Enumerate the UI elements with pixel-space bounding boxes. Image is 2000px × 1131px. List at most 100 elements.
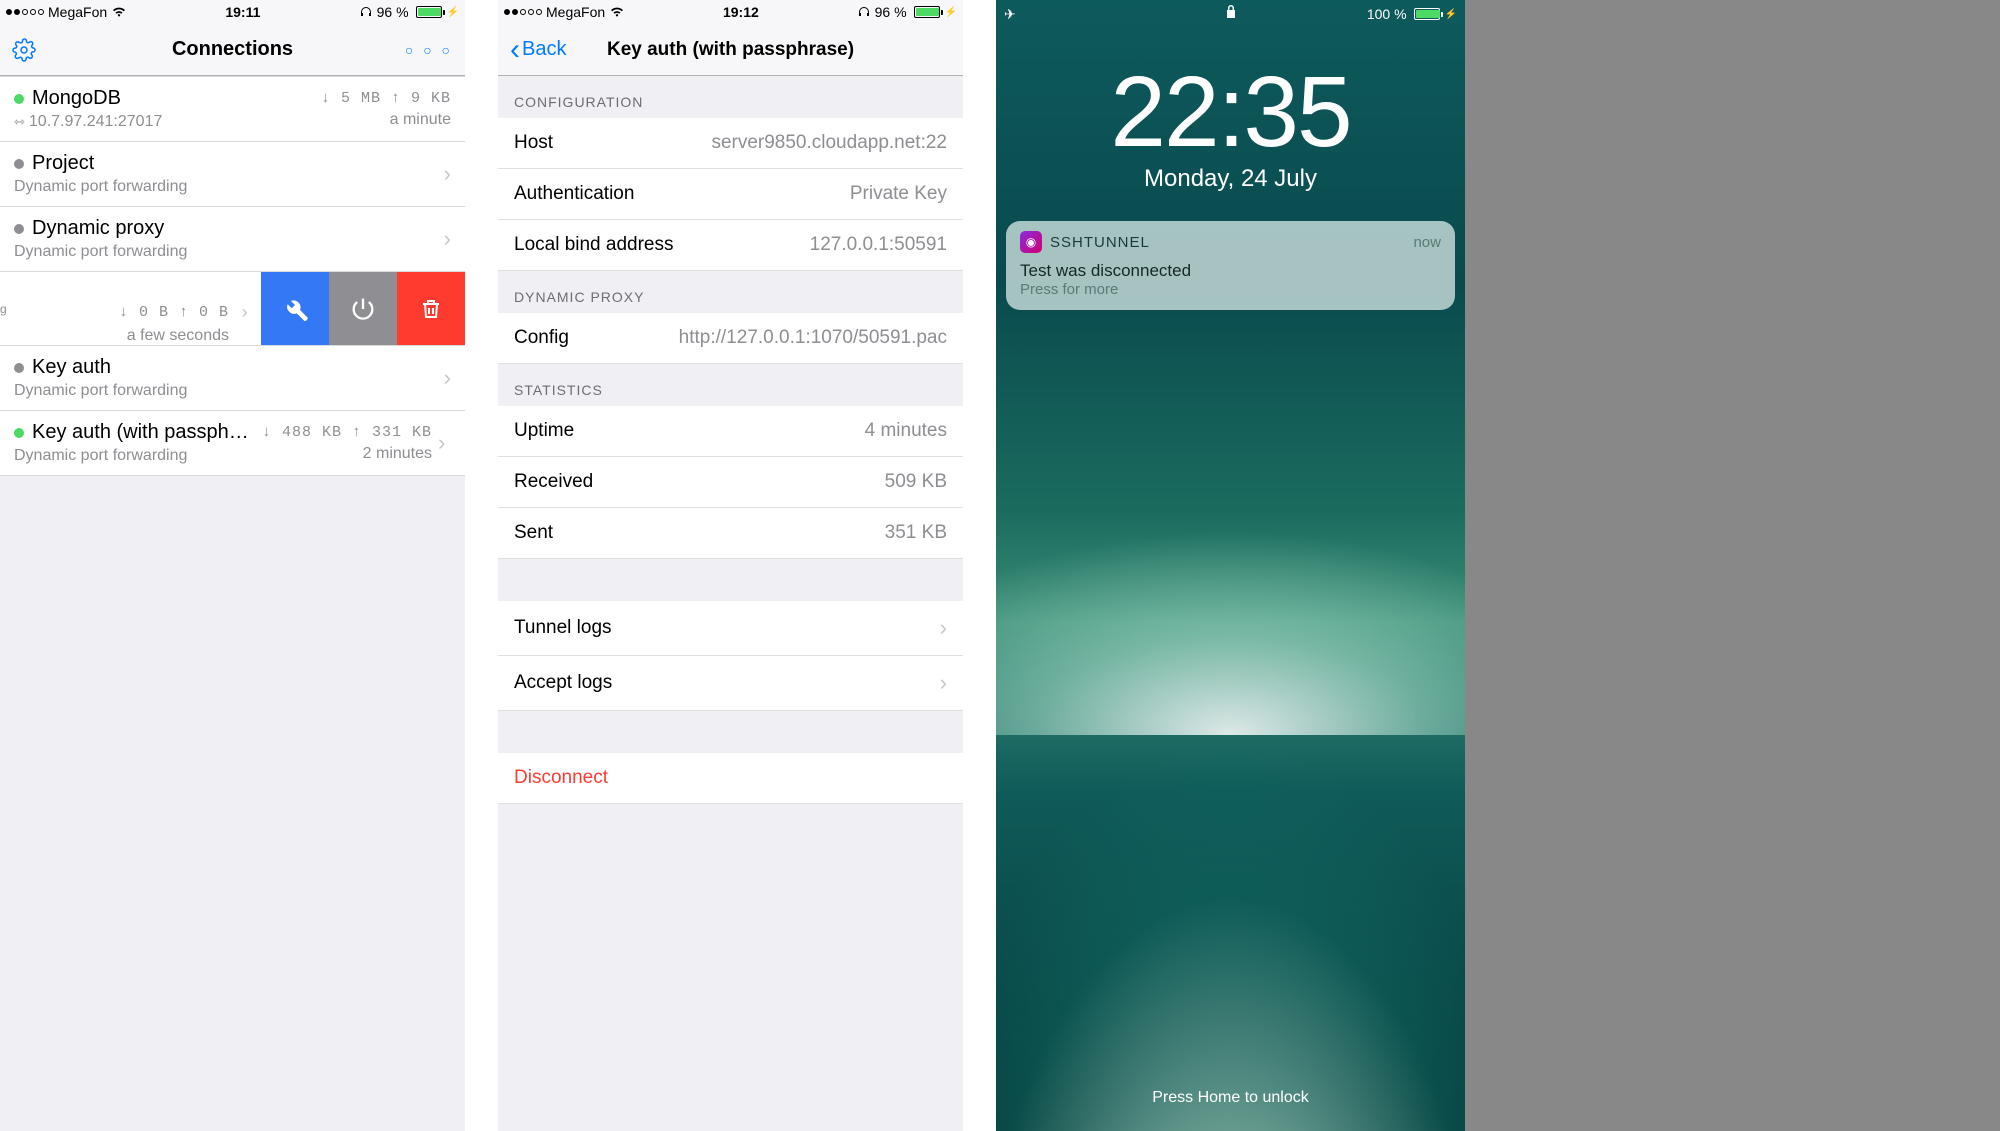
proxy-config-row[interactable]: Config http://127.0.0.1:1070/50591.pac xyxy=(498,313,963,364)
stats-received-row: Received 509 KB xyxy=(498,457,963,508)
traffic-label: ↓ 488 KB ↑ 331 KB xyxy=(262,424,432,441)
tunnel-logs-row[interactable]: Tunnel logs › xyxy=(498,601,963,656)
chevron-left-icon: ‹ xyxy=(510,35,520,65)
disconnect-label: Disconnect xyxy=(514,767,608,789)
signal-icon xyxy=(504,9,542,15)
section-header-configuration: CONFIGURATION xyxy=(498,76,963,118)
back-label: Back xyxy=(522,38,566,61)
row-value: 509 KB xyxy=(885,471,947,493)
row-value: Private Key xyxy=(850,183,947,205)
status-time: 19:12 xyxy=(723,4,759,20)
connection-sub: 10.7.97.241:27017 xyxy=(29,113,162,131)
status-dot-icon xyxy=(14,159,24,169)
row-value: 127.0.0.1:50591 xyxy=(810,234,947,256)
battery-icon: ⚡ xyxy=(1411,8,1457,20)
connection-row[interactable]: Dynamic proxy Dynamic port forwarding › xyxy=(0,207,465,272)
wifi-icon xyxy=(111,6,127,18)
accept-logs-row[interactable]: Accept logs › xyxy=(498,656,963,711)
headphones-icon xyxy=(857,6,871,18)
chevron-right-icon: › xyxy=(940,670,947,696)
chevron-right-icon: › xyxy=(444,365,451,391)
stats-sent-row: Sent 351 KB xyxy=(498,508,963,559)
row-label: Sent xyxy=(514,522,553,544)
row-value: 351 KB xyxy=(885,522,947,544)
config-host-row[interactable]: Host server9850.cloudapp.net:22 xyxy=(498,118,963,169)
chevron-right-icon: › xyxy=(940,615,947,641)
chevron-right-icon: › xyxy=(444,226,451,252)
status-dot-icon xyxy=(14,363,24,373)
connection-title: Project xyxy=(32,152,94,175)
row-label: Received xyxy=(514,471,593,493)
battery-pct: 100 % xyxy=(1367,6,1407,22)
battery-pct: 96 % xyxy=(875,4,907,20)
signal-icon xyxy=(6,9,44,15)
status-dot-icon xyxy=(14,94,24,104)
traffic-label: ↓ 5 MB ↑ 9 KB xyxy=(321,90,451,107)
row-label: Host xyxy=(514,132,553,154)
connection-title: Dynamic proxy xyxy=(32,217,164,240)
nav-bar: Connections ○ ○ ○ xyxy=(0,24,465,76)
connection-title: MongoDB xyxy=(32,87,121,110)
edit-action-button[interactable] xyxy=(261,272,329,345)
lock-screen: ✈ 100 % ⚡ 22:35 Monday, 24 July ◉ SSHT xyxy=(996,0,1465,1131)
connection-title: Key auth xyxy=(32,356,111,379)
status-bar: MegaFon 19:11 96 % ⚡ xyxy=(0,0,465,24)
connection-row-swiped[interactable]: g ↓ 0 B ↑ 0 B › a few seconds xyxy=(0,272,465,346)
airplane-icon: ✈ xyxy=(1004,6,1016,23)
notification-time: now xyxy=(1413,234,1441,251)
connection-sub: Dynamic port forwarding xyxy=(14,382,187,400)
wifi-icon xyxy=(609,6,625,18)
traffic-label: ↓ 0 B ↑ 0 B xyxy=(119,304,229,321)
notification-card[interactable]: ◉ SSHTUNNEL now Test was disconnected Pr… xyxy=(1006,221,1455,310)
stats-uptime-row: Uptime 4 minutes xyxy=(498,406,963,457)
row-value: http://127.0.0.1:1070/50591.pac xyxy=(679,327,947,349)
connection-row[interactable]: Project Dynamic port forwarding › xyxy=(0,142,465,207)
chevron-right-icon: › xyxy=(239,304,251,324)
more-icon[interactable]: ○ ○ ○ xyxy=(405,42,453,58)
row-value: server9850.cloudapp.net:22 xyxy=(711,132,947,154)
resize-icon: ⇿ xyxy=(14,114,25,130)
connection-row[interactable]: Key auth Dynamic port forwarding › xyxy=(0,346,465,411)
connection-row[interactable]: Key auth (with passphrase) Dynamic port … xyxy=(0,411,465,476)
row-label: Tunnel logs xyxy=(514,617,612,639)
row-value: 4 minutes xyxy=(865,420,947,442)
notification-title: Test was disconnected xyxy=(1020,261,1441,281)
headphones-icon xyxy=(359,6,373,18)
row-label: Config xyxy=(514,327,569,349)
app-icon: ◉ xyxy=(1020,231,1042,253)
lock-date: Monday, 24 July xyxy=(996,165,1465,193)
detail-screen: MegaFon 19:12 96 % ⚡ ‹ Back Key auth (wi… xyxy=(498,0,963,1131)
detail-list[interactable]: CONFIGURATION Host server9850.cloudapp.n… xyxy=(498,76,963,1131)
lock-icon xyxy=(1225,4,1237,19)
carrier-label: MegaFon xyxy=(48,4,107,20)
time-label: a minute xyxy=(321,111,451,129)
chevron-right-icon: › xyxy=(438,430,445,456)
notification-subtitle: Press for more xyxy=(1020,281,1441,298)
config-auth-row[interactable]: Authentication Private Key xyxy=(498,169,963,220)
battery-pct: 96 % xyxy=(377,4,409,20)
section-header-stats: STATISTICS xyxy=(498,364,963,406)
disconnect-button[interactable]: Disconnect xyxy=(498,753,963,804)
section-header-proxy: DYNAMIC PROXY xyxy=(498,271,963,313)
delete-action-button[interactable] xyxy=(397,272,465,345)
settings-icon[interactable] xyxy=(12,38,36,62)
nav-bar: ‹ Back Key auth (with passphrase) xyxy=(498,24,963,76)
row-label: Authentication xyxy=(514,183,634,205)
battery-icon: ⚡ xyxy=(911,6,957,18)
config-bind-row[interactable]: Local bind address 127.0.0.1:50591 xyxy=(498,220,963,271)
lock-time: 22:35 xyxy=(996,55,1465,170)
connection-row[interactable]: MongoDB ⇿ 10.7.97.241:27017 ↓ 5 MB ↑ 9 K… xyxy=(0,76,465,142)
status-dot-icon xyxy=(14,428,24,438)
status-dot-icon xyxy=(14,224,24,234)
unlock-hint: Press Home to unlock xyxy=(996,1089,1465,1107)
power-action-button[interactable] xyxy=(329,272,397,345)
row-label: Uptime xyxy=(514,420,574,442)
connection-title: Key auth (with passphrase) xyxy=(32,421,254,444)
connections-screen: MegaFon 19:11 96 % ⚡ Connections ○ ○ ○ xyxy=(0,0,465,1131)
time-label: 2 minutes xyxy=(262,445,432,463)
back-button[interactable]: ‹ Back xyxy=(510,35,566,65)
status-bar: MegaFon 19:12 96 % ⚡ xyxy=(498,0,963,24)
battery-icon: ⚡ xyxy=(413,6,459,18)
notification-app-name: SSHTUNNEL xyxy=(1050,234,1150,251)
connection-sub: Dynamic port forwarding xyxy=(14,243,187,261)
